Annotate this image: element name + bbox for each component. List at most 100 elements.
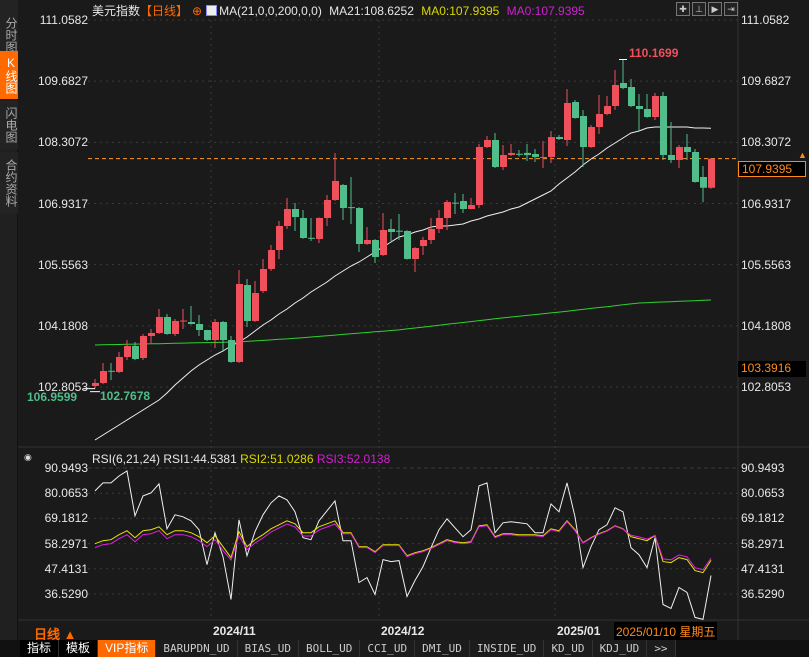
candle-body <box>524 152 531 156</box>
chart-legend: 美元指数【日线】 ⊕ MA(21,0,0,200,0,0) MA21:108.625… <box>92 2 589 19</box>
rsi-axis-label: 90.9493 <box>741 461 785 475</box>
candle-body <box>324 199 331 218</box>
candle-body <box>300 217 307 238</box>
start-low-annotation: 102.7678 <box>100 389 151 403</box>
candle-body <box>468 205 475 210</box>
candle-body <box>172 320 179 335</box>
rsi-axis-label: 36.5290 <box>44 587 88 601</box>
tab-tick-chart[interactable]: 闪电图 <box>0 101 18 149</box>
candle-body <box>180 320 187 322</box>
candle-body <box>556 137 563 140</box>
zoom-range-icon[interactable]: ⊥ <box>692 2 706 16</box>
ma21-value: MA21:108.6252 <box>329 4 414 18</box>
candle-body <box>212 321 219 341</box>
ma-params[interactable]: MA(21,0,0,200,0,0) <box>219 4 322 18</box>
candle-body <box>484 139 491 148</box>
rsi-axis-label: 69.1812 <box>44 511 88 526</box>
candle-body <box>436 217 443 229</box>
candle-body <box>404 230 411 259</box>
candle-body <box>492 139 499 167</box>
ma0-value-b: MA0:107.9395 <box>506 4 585 18</box>
indicator-tab[interactable]: BARUPDN_UD <box>156 640 238 657</box>
indicator-tab[interactable]: 指标 <box>20 640 60 657</box>
candle-body <box>564 102 571 140</box>
candle-body <box>580 116 587 148</box>
candle-body <box>348 207 355 209</box>
settings-circle-icon[interactable]: ⊕ <box>192 4 202 18</box>
candle-body <box>380 229 387 255</box>
rsi1-line <box>94 470 712 621</box>
indicator-chart-icon[interactable] <box>206 5 218 16</box>
exit-icon[interactable]: ⇥ <box>724 2 738 16</box>
indicator-tab-bar: 指标 模板 VIP指标 BARUPDN_UD BIAS_UD BOLL_UD CCI_UD D… <box>0 640 809 657</box>
candle-body <box>476 147 483 206</box>
rsi2-value: RSI2:51.0286 <box>240 452 314 466</box>
expand-up-icon[interactable]: ▲ <box>798 150 807 160</box>
indicator-tab[interactable]: 模板 <box>59 640 99 657</box>
x-axis-label: 2024/12 <box>381 624 425 638</box>
ma21-line <box>94 126 712 441</box>
candle-body <box>420 239 427 247</box>
indicator-tab[interactable]: BIAS_UD <box>237 640 299 657</box>
rsi-legend: RSI(6,21,24) RSI1:44.5381 RSI2:51.0286 R… <box>92 452 390 466</box>
ma-long-line <box>94 299 712 346</box>
play-icon[interactable]: ▶ <box>708 2 722 16</box>
price-axis-label: 111.0582 <box>39 13 88 27</box>
candle-body <box>652 96 659 117</box>
rsi-axis-label: 80.0653 <box>741 486 785 501</box>
price-axis-label: 109.6827 <box>741 74 792 89</box>
indicator-tab[interactable]: BOLL_UD <box>298 640 361 657</box>
candle-body <box>612 84 619 107</box>
candle-body <box>604 106 611 115</box>
indicator-tab[interactable]: INSIDE_UD <box>469 640 545 657</box>
candle-body <box>660 96 667 155</box>
chart-canvas[interactable] <box>0 0 809 657</box>
candle-body <box>244 285 251 321</box>
price-axis-label: 109.6827 <box>37 74 88 89</box>
candle-body <box>700 176 707 188</box>
indicator-tab[interactable]: VIP指标 <box>98 640 157 657</box>
candle-body <box>596 114 603 128</box>
ma0-value-a: MA0:107.9395 <box>421 4 500 18</box>
candle-body <box>628 86 635 107</box>
candle-body <box>116 356 123 372</box>
candle-body <box>428 228 435 240</box>
candle-body <box>588 127 595 148</box>
candle-body <box>676 147 683 160</box>
candle-body <box>220 321 227 341</box>
candle-body <box>332 180 339 200</box>
tab-contract-info[interactable]: 合约资料 <box>0 152 18 214</box>
indicator-tab[interactable]: KD_UD <box>544 640 593 657</box>
rsi-settings-icon[interactable]: ◉ <box>24 452 32 463</box>
candle-body <box>356 207 363 245</box>
indicator-tab[interactable]: DMI_UD <box>415 640 470 657</box>
candle-body <box>100 371 107 383</box>
price-axis-label: 106.9317 <box>37 196 88 211</box>
candle-body <box>364 239 371 245</box>
candle-body <box>668 154 675 160</box>
candle-body <box>108 370 115 372</box>
low-price-annotation: 106.9599 <box>27 389 78 404</box>
crosshair-icon[interactable]: ✚ <box>676 2 690 16</box>
rsi2-line <box>94 520 712 574</box>
rsi3-line <box>94 520 712 571</box>
candle-body <box>516 153 523 155</box>
indicator-tab[interactable]: CCI_UD <box>360 640 416 657</box>
sidebar: 分时图 K线图 闪电图 合约资料 <box>0 0 18 640</box>
candle-body <box>308 237 315 239</box>
candle-body <box>444 201 451 218</box>
indicator-tab[interactable]: KDJ_UD <box>592 640 648 657</box>
candle-body <box>140 336 147 358</box>
price-axis-label: 104.1808 <box>741 318 792 333</box>
candle-body <box>156 316 163 333</box>
candle-body <box>532 153 539 157</box>
candle-body <box>540 156 547 158</box>
tab-kline[interactable]: K线图 <box>0 51 18 99</box>
indicator-tab[interactable]: >> <box>647 640 676 657</box>
candle-body <box>460 200 467 210</box>
x-axis-label: 2024/11 <box>213 624 256 638</box>
rsi1-value: RSI1:44.5381 <box>163 452 237 466</box>
price-axis-label: 108.3072 <box>741 135 792 150</box>
candle-body <box>148 332 155 337</box>
price-axis-label: 105.5563 <box>37 257 88 272</box>
